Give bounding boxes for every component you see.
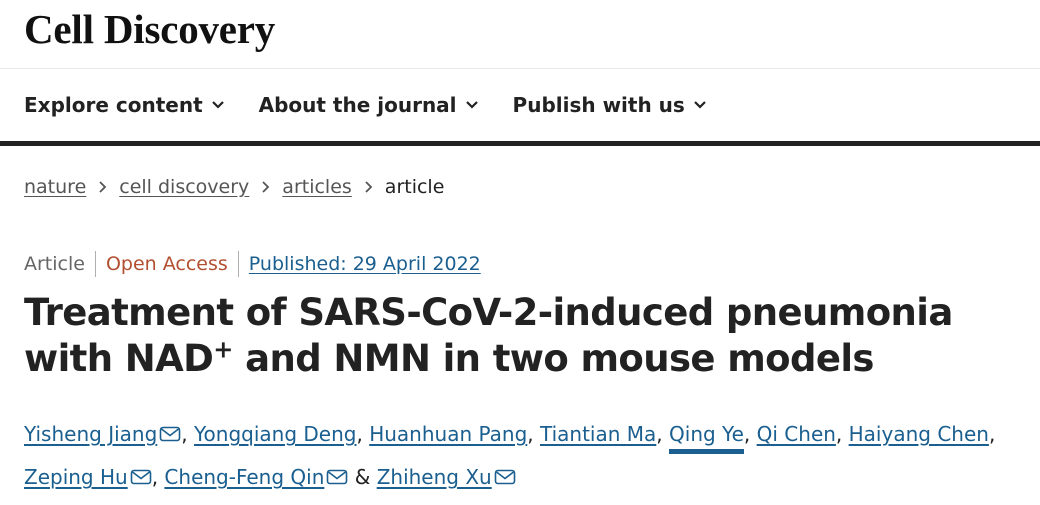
open-access-badge: Open Access	[105, 253, 228, 275]
author-link[interactable]: Yisheng Jiang	[24, 422, 157, 446]
author-separator: ,	[527, 422, 540, 446]
chevron-down-icon	[693, 100, 707, 110]
journal-nav: Explore content About the journal Publis…	[0, 69, 1040, 146]
envelope-icon[interactable]	[326, 457, 348, 499]
article-title: Treatment of SARS-CoV-2-induced pneumoni…	[24, 290, 1014, 382]
nav-explore-content[interactable]: Explore content	[24, 93, 225, 117]
author-separator: ,	[356, 422, 370, 446]
author-list: Yisheng Jiang, Yongqiang Deng, Huanhuan …	[24, 413, 1024, 499]
breadcrumb-link-cell-discovery[interactable]: cell discovery	[119, 176, 249, 198]
breadcrumb-link-articles[interactable]: articles	[282, 176, 352, 198]
envelope-icon[interactable]	[159, 414, 181, 456]
author-link[interactable]: Tiantian Ma	[540, 422, 656, 446]
article-title-part2: and NMN in two mouse models	[232, 337, 874, 380]
author-separator: ,	[656, 422, 670, 446]
article-type: Article	[24, 253, 85, 275]
nav-publish-with-us[interactable]: Publish with us	[513, 93, 707, 117]
author-link[interactable]: Huanhuan Pang	[369, 422, 527, 446]
author-link[interactable]: Qi Chen	[757, 422, 836, 446]
chevron-down-icon	[465, 100, 479, 110]
chevron-right-icon	[364, 180, 373, 194]
article-title-superscript: +	[213, 335, 233, 364]
nav-item-label: Publish with us	[512, 93, 685, 117]
chevron-right-icon	[261, 180, 270, 194]
journal-title[interactable]: Cell Discovery	[24, 4, 275, 54]
meta-divider	[94, 251, 96, 277]
author-separator: ,	[151, 465, 165, 489]
nav-item-label: About the journal	[258, 93, 457, 117]
chevron-down-icon	[211, 100, 225, 110]
breadcrumb-link-nature[interactable]: nature	[24, 176, 86, 198]
breadcrumb-current: article	[384, 176, 445, 198]
author-separator: ,	[835, 422, 849, 446]
chevron-right-icon	[98, 180, 107, 194]
envelope-icon[interactable]	[130, 457, 152, 499]
author-link[interactable]: Zhiheng Xu	[377, 465, 492, 489]
author-separator: ,	[181, 422, 194, 446]
meta-divider	[237, 251, 239, 277]
breadcrumb: nature cell discovery articles article	[24, 176, 444, 198]
author-separator: ,	[743, 422, 757, 446]
nav-item-label: Explore content	[24, 93, 203, 117]
author-separator: &	[348, 465, 377, 489]
nav-about-journal[interactable]: About the journal	[259, 93, 479, 117]
author-link[interactable]: Yongqiang Deng	[194, 422, 356, 446]
author-separator: ,	[988, 422, 996, 446]
author-link[interactable]: Cheng-Feng Qin	[164, 465, 324, 489]
author-link[interactable]: Qing Ye	[669, 422, 744, 454]
author-link[interactable]: Zeping Hu	[24, 465, 128, 489]
envelope-icon[interactable]	[494, 457, 516, 499]
article-meta: Article Open Access Published: 29 April …	[24, 251, 481, 277]
author-link[interactable]: Haiyang Chen	[849, 422, 989, 446]
masthead: Cell Discovery	[0, 0, 1040, 69]
published-date-link[interactable]: Published: 29 April 2022	[249, 253, 481, 275]
